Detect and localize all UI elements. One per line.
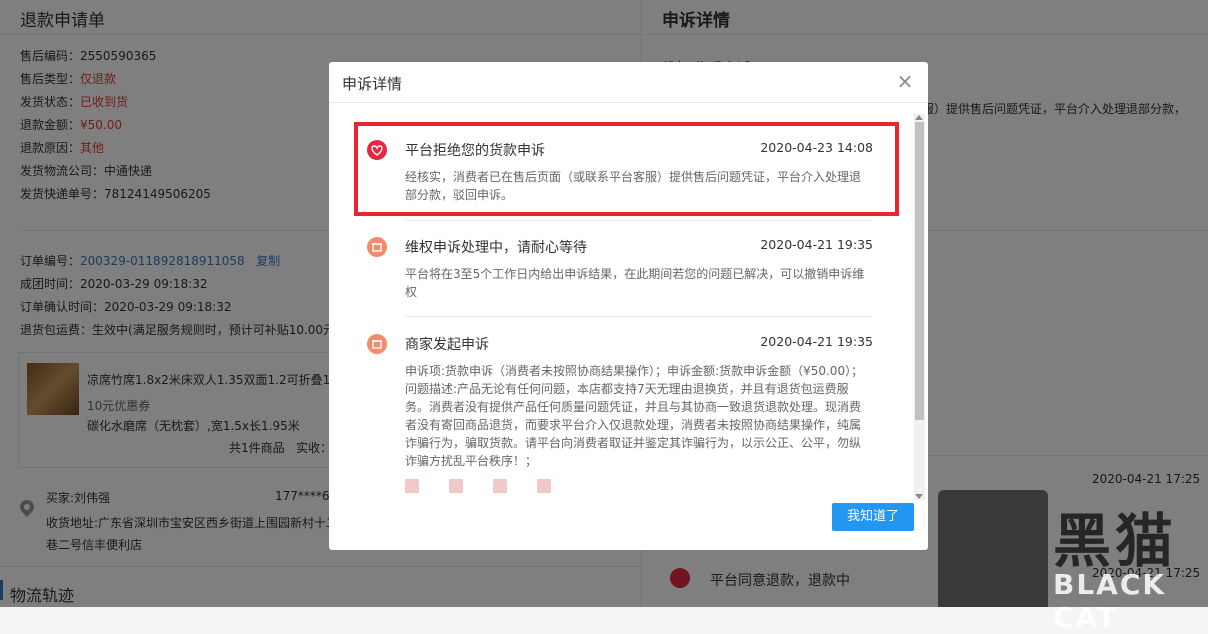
event-title: 维权申诉处理中，请耐心等待 [405,240,587,256]
dialog-header: 申诉详情 × [329,62,928,103]
event-description: 申诉项:货款申诉（消费者未按照协商结果操作）；申诉金额:货款申诉金额（¥50.0… [405,364,864,468]
shop-icon [367,334,387,354]
watermark-big-text: 黑猫 [1053,507,1178,575]
divider [405,220,871,221]
watermark: 黑猫 BLACK CAT [938,480,1208,634]
event-time: 2020-04-21 19:35 [760,237,873,252]
timeline-event-processing: 维权申诉处理中，请耐心等待 2020-04-21 19:35 平台将在3至5个工… [367,237,873,307]
red-highlight-box [354,122,899,216]
scroll-thumb[interactable] [915,122,924,420]
timeline-event-merchant-appeal: 商家发起申诉 2020-04-21 19:35 申诉项:货款申诉（消费者未按照协… [367,334,873,484]
scroll-up-arrow-icon[interactable] [915,115,923,120]
divider [405,316,871,317]
evidence-thumbnail[interactable] [449,479,463,493]
evidence-thumbnail[interactable] [537,479,551,493]
evidence-thumbnails[interactable] [405,478,605,500]
watermark-small-text: BLACK CAT [1053,568,1167,634]
dialog-scrollbar[interactable] [914,114,925,500]
event-title: 商家发起申诉 [405,337,489,353]
dialog-title: 申诉详情 [342,75,403,93]
appeal-detail-dialog: 申诉详情 × 平台拒绝您的货款申诉 2020-04-23 14:08 经核实，消… [329,62,928,550]
event-time: 2020-04-21 19:35 [760,334,873,349]
scroll-down-arrow-icon[interactable] [915,494,923,499]
evidence-thumbnail[interactable] [493,479,507,493]
evidence-thumbnail[interactable] [405,479,419,493]
black-cat-logo-icon [938,490,1048,607]
got-it-button[interactable]: 我知道了 [832,503,914,531]
shop-icon [367,237,387,257]
close-icon[interactable]: × [894,70,916,92]
event-description: 平台将在3至5个工作日内给出申诉结果，在此期间若您的问题已解决，可以撤销申诉维权 [405,267,865,299]
